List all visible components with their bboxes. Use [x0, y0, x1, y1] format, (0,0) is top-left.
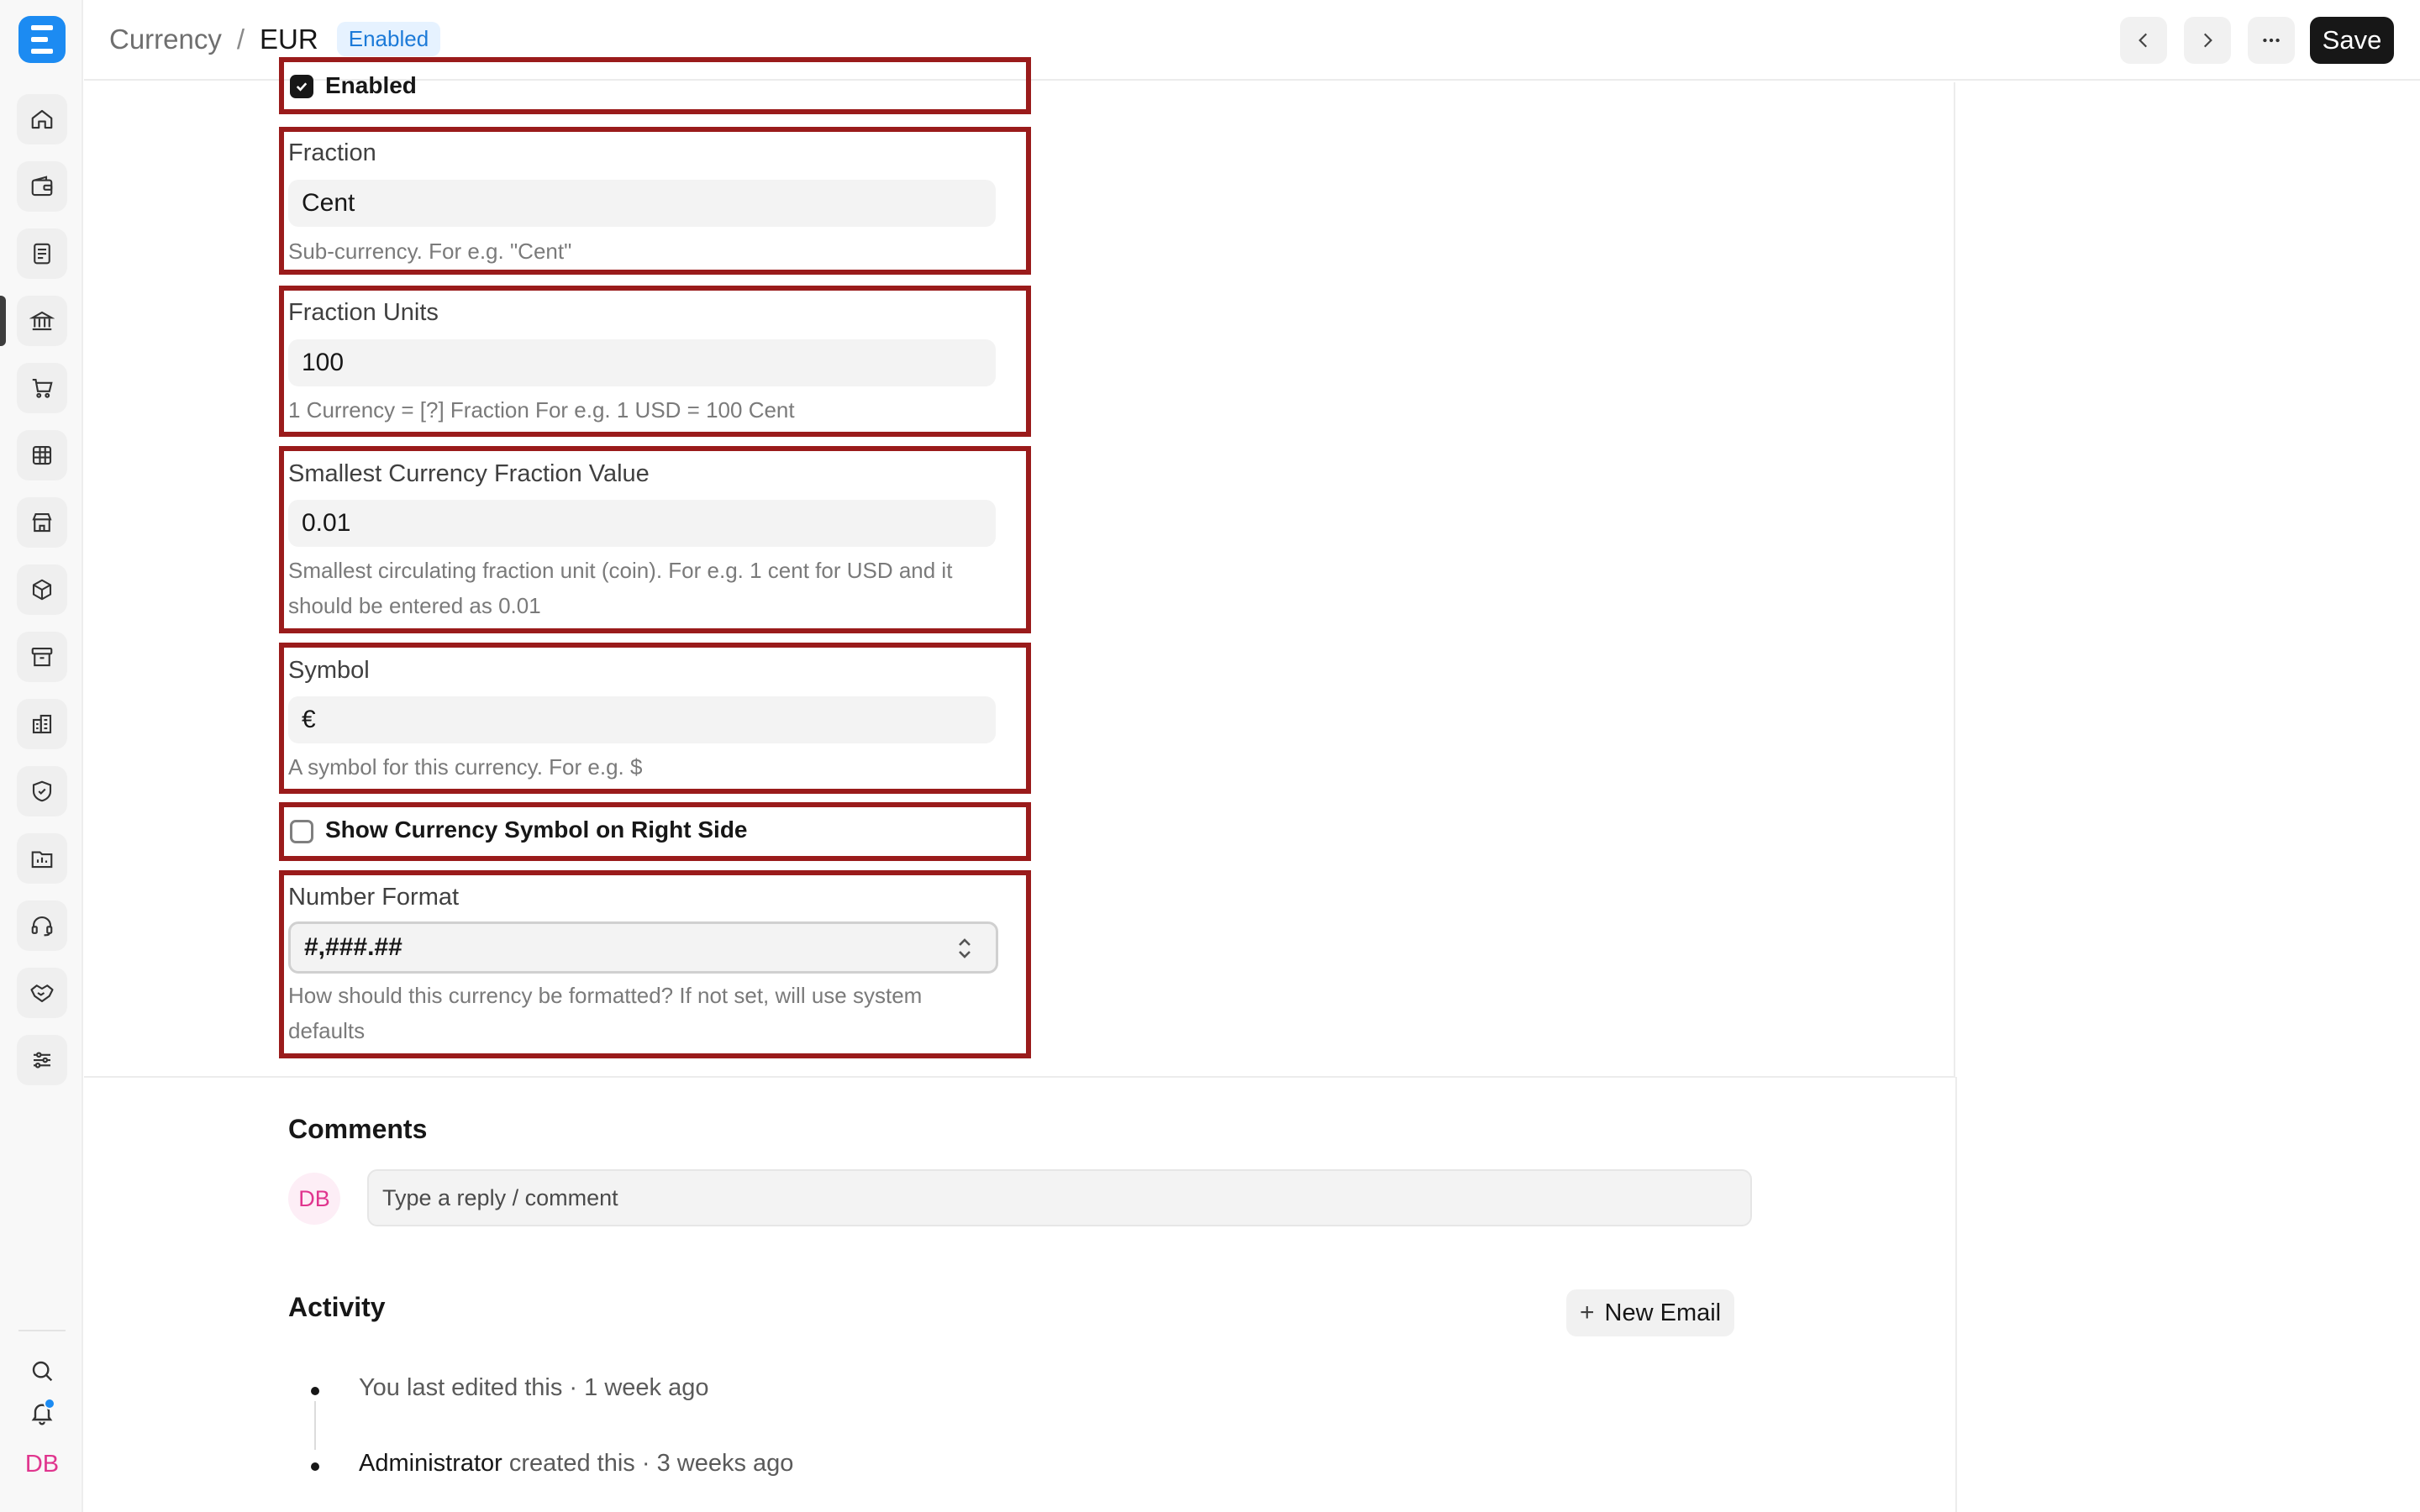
- fraction-units-input[interactable]: 100: [288, 339, 996, 386]
- activity-timeline-line: [314, 1401, 316, 1450]
- number-format-label: Number Format: [288, 884, 460, 911]
- breadcrumb-separator: /: [236, 23, 245, 55]
- activity-item-text: created this · 3 weeks ago: [502, 1450, 794, 1477]
- table-icon: [32, 445, 52, 465]
- new-email-button[interactable]: + New Email: [1566, 1289, 1735, 1336]
- new-email-label: New Email: [1604, 1299, 1722, 1326]
- smallest-fraction-description-line1: Smallest circulating fraction unit (coin…: [288, 558, 953, 583]
- sidebar-item-assets[interactable]: [17, 699, 67, 749]
- previous-record-button[interactable]: [2120, 17, 2167, 64]
- comment-input[interactable]: Type a reply / comment: [367, 1169, 1752, 1226]
- next-record-button[interactable]: [2184, 17, 2231, 64]
- symbol-input[interactable]: €: [288, 696, 996, 743]
- app-logo[interactable]: [18, 16, 66, 63]
- headset-icon: [31, 916, 53, 937]
- plus-icon: +: [1580, 1299, 1595, 1326]
- breadcrumb-current: EUR: [260, 23, 318, 55]
- app-logo-icon: [31, 25, 53, 54]
- number-format-description-line1: How should this currency be formatted? I…: [288, 983, 923, 1008]
- activity-item-text: You last edited this · 1 week ago: [359, 1374, 709, 1401]
- smallest-fraction-description-line2: should be entered as 0.01: [288, 593, 541, 618]
- activity-item-user[interactable]: Administrator: [359, 1450, 502, 1477]
- shield-icon: [32, 780, 52, 802]
- handshake-icon: [30, 984, 54, 1003]
- breadcrumb-parent-link[interactable]: Currency: [109, 24, 222, 55]
- number-format-description-line2: defaults: [288, 1018, 366, 1043]
- chevron-right-icon: [2203, 33, 2212, 48]
- enabled-label: Enabled: [325, 72, 417, 98]
- smallest-fraction-input[interactable]: 0.01: [288, 500, 996, 547]
- more-actions-button[interactable]: [2248, 17, 2295, 64]
- sidebar: DB: [0, 0, 83, 1512]
- avatar: DB: [288, 1173, 340, 1225]
- sidebar-item-projects[interactable]: [17, 833, 67, 884]
- sidebar-item-store[interactable]: [17, 497, 67, 548]
- sidebar-divider: [18, 1330, 66, 1331]
- store-icon: [32, 512, 52, 533]
- activity-bullet: [311, 1387, 319, 1395]
- save-button[interactable]: Save: [2310, 17, 2394, 64]
- sidebar-item-crm[interactable]: [17, 968, 67, 1018]
- comments-title: Comments: [288, 1114, 428, 1144]
- fraction-label: Fraction: [288, 139, 376, 166]
- activity-title: Activity: [288, 1292, 386, 1322]
- enabled-checkbox[interactable]: [290, 75, 313, 98]
- sidebar-notifications[interactable]: [27, 1398, 57, 1428]
- activity-bullet: [311, 1462, 319, 1471]
- sidebar-active-indicator: [0, 296, 6, 346]
- chevron-up-down-icon: [959, 938, 971, 958]
- right-panel-divider: [1955, 1077, 1957, 1512]
- sidebar-item-quality[interactable]: [17, 766, 67, 816]
- activity-item: Administrator created this · 3 weeks ago: [359, 1450, 793, 1478]
- folder-chart-icon: [31, 851, 53, 869]
- wallet-icon: [31, 176, 53, 197]
- smallest-fraction-label: Smallest Currency Fraction Value: [288, 460, 650, 487]
- home-icon: [31, 109, 53, 129]
- box-icon: [32, 579, 52, 601]
- activity-item: You last edited this · 1 week ago: [359, 1374, 708, 1402]
- document-icon: [34, 243, 50, 265]
- symbol-description: A symbol for this currency. For e.g. $: [288, 754, 643, 780]
- building-icon: [32, 714, 52, 734]
- sidebar-item-wallet[interactable]: [17, 161, 67, 212]
- sidebar-item-buying[interactable]: [17, 363, 67, 413]
- sidebar-item-home[interactable]: [17, 94, 67, 144]
- symbol-label: Symbol: [288, 657, 370, 684]
- sliders-icon: [34, 1052, 50, 1068]
- sidebar-user-avatar[interactable]: DB: [21, 1451, 63, 1484]
- sidebar-item-documents[interactable]: [17, 228, 67, 279]
- symbol-on-right-checkbox[interactable]: [290, 820, 313, 843]
- cart-icon: [32, 378, 53, 398]
- chevron-left-icon: [2139, 33, 2148, 48]
- check-icon: [296, 82, 308, 92]
- main-content: Enabled Fraction Cent Sub-currency. For …: [84, 57, 2420, 1512]
- sidebar-item-support[interactable]: [17, 900, 67, 951]
- ellipsis-icon: [2263, 38, 2280, 43]
- sidebar-search[interactable]: [27, 1356, 57, 1386]
- search-icon: [32, 1361, 53, 1382]
- fraction-units-description: 1 Currency = [?] Fraction For e.g. 1 USD…: [288, 397, 795, 423]
- symbol-on-right-label: Show Currency Symbol on Right Side: [325, 816, 748, 843]
- sidebar-item-accounting[interactable]: [17, 296, 67, 346]
- sidebar-item-table[interactable]: [17, 430, 67, 480]
- fraction-units-label: Fraction Units: [288, 299, 439, 326]
- archive-icon: [31, 647, 53, 667]
- fraction-input[interactable]: Cent: [288, 180, 996, 227]
- breadcrumb: Currency / EUR Enabled: [109, 22, 441, 56]
- status-badge: Enabled: [336, 22, 441, 56]
- number-format-value: #,###.##: [304, 933, 402, 961]
- notification-dot: [44, 1398, 55, 1410]
- sidebar-item-settings[interactable]: [17, 1035, 67, 1085]
- number-format-select[interactable]: #,###.##: [288, 921, 998, 974]
- sidebar-item-stock[interactable]: [17, 564, 67, 615]
- sidebar-item-archive[interactable]: [17, 632, 67, 682]
- form-divider: [84, 1076, 1955, 1078]
- fraction-description: Sub-currency. For e.g. "Cent": [288, 239, 572, 264]
- bank-icon: [29, 311, 55, 331]
